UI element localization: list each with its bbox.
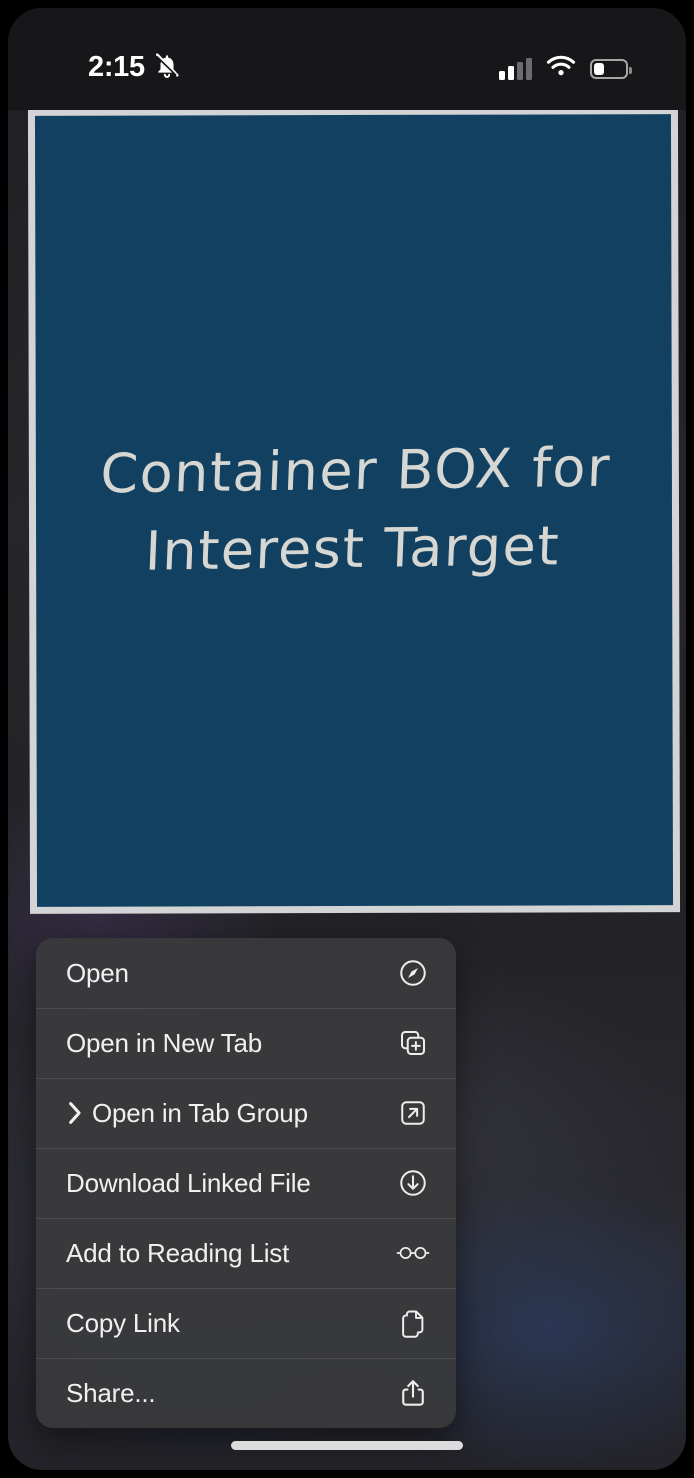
status-bar-right [499,55,632,82]
container-box-label: Container BOX for Interest Target [99,435,612,584]
status-bar: 2:15 [8,8,686,110]
open-external-icon [396,1096,430,1130]
interest-target-container-box[interactable]: Container BOX for Interest Target [27,107,681,914]
status-bar-left: 2:15 [88,52,180,83]
eyeglasses-icon [396,1236,430,1270]
copy-documents-icon [396,1306,430,1340]
menu-item-label: Copy Link [66,1307,180,1338]
status-bar-clock: 2:15 [88,51,145,83]
menu-item-open-in-tab-group[interactable]: Open in Tab Group [36,1078,456,1148]
menu-item-copy-link[interactable]: Copy Link [36,1288,456,1358]
link-context-menu[interactable]: Open Open in New Tab Open in Tab Group D… [36,938,456,1428]
menu-item-label: Open in New Tab [66,1027,262,1058]
menu-item-add-to-reading-list[interactable]: Add to Reading List [36,1218,456,1288]
menu-item-label: Open [66,957,129,988]
wifi-icon [546,55,576,82]
menu-item-open[interactable]: Open [36,938,456,1008]
menu-item-share[interactable]: Share... [36,1358,456,1428]
menu-item-download-linked-file[interactable]: Download Linked File [36,1148,456,1218]
share-icon [396,1376,430,1410]
bell-slash-icon [154,52,180,83]
cellular-signal-icon [499,57,532,80]
menu-item-label: Open in Tab Group [92,1097,308,1128]
menu-item-label: Download Linked File [66,1167,311,1198]
chevron-right-icon [66,1101,88,1125]
compass-icon [396,956,430,990]
container-box-inner: Container BOX for Interest Target [34,114,674,907]
menu-item-label: Share... [66,1377,156,1408]
menu-item-open-in-new-tab[interactable]: Open in New Tab [36,1008,456,1078]
download-circle-icon [396,1166,430,1200]
menu-item-label: Add to Reading List [66,1237,290,1268]
phone-screen: 2:15 Container BOX for Interest Target O… [8,8,686,1470]
new-tab-icon [396,1026,430,1060]
battery-low-icon [590,58,632,79]
home-indicator[interactable] [231,1441,463,1450]
device-frame: 2:15 Container BOX for Interest Target O… [0,0,694,1478]
